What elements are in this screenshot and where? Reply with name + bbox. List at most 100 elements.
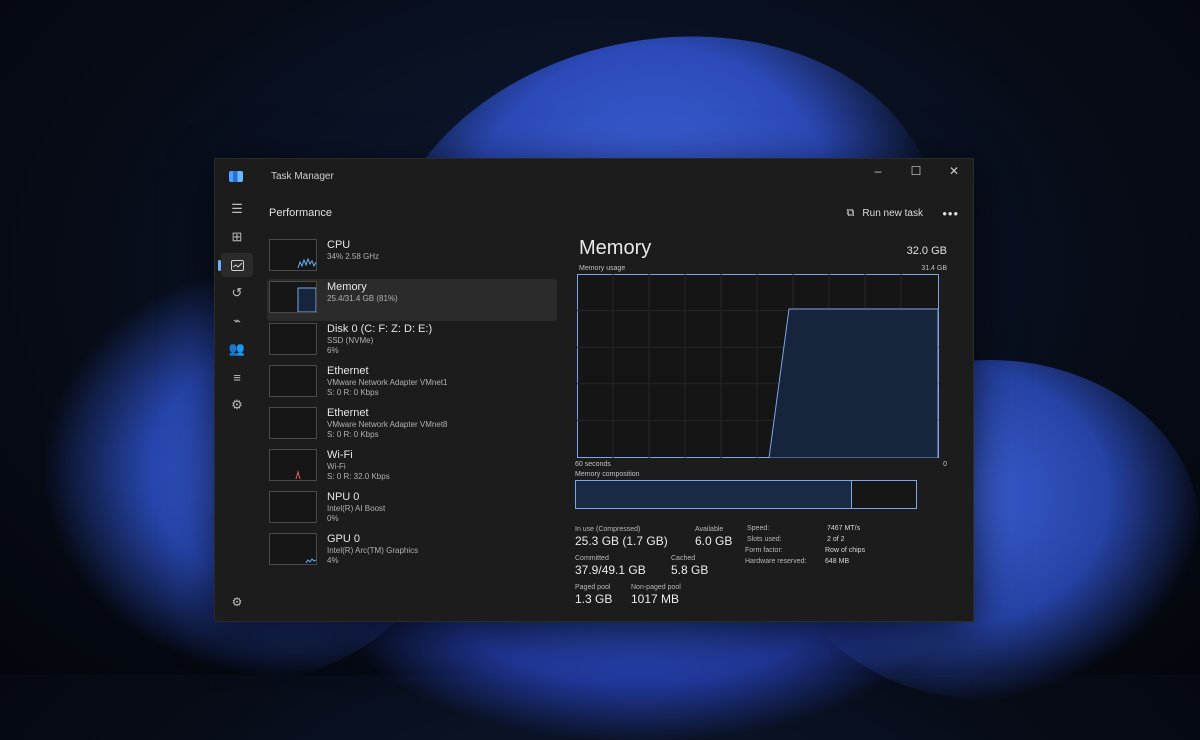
page-title: Performance <box>269 207 332 219</box>
stat-committed: Committed 37.9/49.1 GB <box>575 554 646 578</box>
device-name: NPU 0 <box>327 491 360 503</box>
users-icon[interactable]: 👥 <box>221 337 253 361</box>
device-type: SSD (NVMe) <box>327 336 374 345</box>
memory-usage-chart <box>577 274 939 458</box>
details-icon[interactable]: ≡ <box>221 365 253 389</box>
stat-label: Non-paged pool <box>631 584 681 591</box>
npu-thumbnail <box>269 491 317 523</box>
device-type: VMware Network Adapter VMnet8 <box>327 420 448 429</box>
stat-cached: Cached 5.8 GB <box>671 554 708 578</box>
device-stat: 6% <box>327 346 339 355</box>
device-list: CPU 34% 2.58 GHz Memory 25.4/31.4 GB (81%)… <box>267 237 557 573</box>
performance-icon[interactable] <box>218 253 253 277</box>
device-stat: 4% <box>327 556 339 565</box>
device-stat: 34% 2.58 GHz <box>327 252 380 261</box>
device-stat: 0% <box>327 514 339 523</box>
slots-label: Slots used: <box>747 536 782 543</box>
run-new-task-button[interactable]: ⧉ Run new task <box>847 207 923 220</box>
run-task-icon: ⧉ <box>846 206 855 219</box>
device-name: Wi-Fi <box>327 449 353 461</box>
device-stat: 25.4/31.4 GB (81%) <box>327 294 398 303</box>
title-bar[interactable]: Task Manager – ☐ ✕ <box>215 159 973 193</box>
stat-paged-pool: Paged pool 1.3 GB <box>575 583 612 607</box>
form-factor-label: Form factor: <box>745 547 783 554</box>
device-gpu[interactable]: GPU 0 Intel(R) Arc(TM) Graphics 4% <box>267 531 557 573</box>
run-new-task-label: Run new task <box>862 207 923 219</box>
device-stat: S: 0 R: 0 Kbps <box>327 388 379 397</box>
device-type: Wi-Fi <box>327 462 346 471</box>
stat-label: Committed <box>575 555 609 562</box>
device-name: CPU <box>327 239 351 251</box>
composition-label: Memory composition <box>575 471 640 478</box>
speed-label: Speed: <box>747 525 770 532</box>
form-factor-value: Row of chips <box>825 547 866 554</box>
stat-label: In use (Compressed) <box>575 526 641 533</box>
stat-label: Available <box>695 526 724 533</box>
hardware-reserved-label: Hardware reserved: <box>745 558 807 565</box>
usage-chart-max: 31.4 GB <box>921 265 947 272</box>
hardware-reserved-value: 648 MB <box>825 558 850 565</box>
window-title: Task Manager <box>271 170 334 182</box>
stat-available: Available 6.0 GB <box>695 525 732 549</box>
disk-thumbnail <box>269 323 317 355</box>
ethernet-thumbnail <box>269 365 317 397</box>
stat-in-use: In use (Compressed) 25.3 GB (1.7 GB) <box>575 525 668 549</box>
memory-thumbnail <box>269 281 317 313</box>
stat-non-paged-pool: Non-paged pool 1017 MB <box>631 583 681 607</box>
ethernet-thumbnail <box>269 407 317 439</box>
stat-value: 6.0 GB <box>695 534 733 548</box>
startup-apps-icon[interactable]: ⌁ <box>221 309 253 333</box>
stat-value: 1.3 GB <box>575 592 613 606</box>
device-name: Ethernet <box>327 407 369 419</box>
services-icon[interactable]: ⚙ <box>221 393 253 417</box>
window-controls: – ☐ ✕ <box>859 159 973 183</box>
device-ethernet-vmnet1[interactable]: Ethernet VMware Network Adapter VMnet1 S: … <box>267 363 557 405</box>
device-stat: S: 0 R: 0 Kbps <box>327 430 379 439</box>
app-history-icon[interactable]: ↺ <box>221 281 253 305</box>
detail-title: Memory <box>579 237 652 259</box>
usage-area <box>768 308 939 458</box>
stat-value: 37.9/49.1 GB <box>575 563 646 577</box>
cpu-thumbnail <box>269 239 317 271</box>
usage-chart-label: Memory usage <box>579 265 626 272</box>
page-header: Performance ⧉ Run new task ••• <box>259 193 973 233</box>
stat-value: 5.8 GB <box>671 563 709 577</box>
device-name: Memory <box>327 281 367 293</box>
device-type: Intel(R) Arc(TM) Graphics <box>327 546 419 555</box>
stat-label: Paged pool <box>575 584 611 591</box>
memory-composition-bar <box>575 480 917 509</box>
device-ethernet-vmnet8[interactable]: Ethernet VMware Network Adapter VMnet8 S: … <box>267 405 557 447</box>
device-name: GPU 0 <box>327 533 361 545</box>
speed-value: 7467 MT/s <box>827 525 861 532</box>
processes-icon[interactable]: ⊞ <box>221 225 253 249</box>
settings-icon[interactable]: ⚙ <box>227 595 247 615</box>
memory-detail-panel: Memory 32.0 GB Memory usage 31.4 GB 60 s… <box>575 237 949 621</box>
total-memory: 32.0 GB <box>906 245 947 257</box>
wifi-thumbnail <box>269 449 317 481</box>
nav-sidebar: ☰ ⊞ ↺ ⌁ 👥 ≡ ⚙ ⚙ <box>215 193 259 621</box>
maximize-button[interactable]: ☐ <box>897 159 935 183</box>
device-disk[interactable]: Disk 0 (C: F: Z: D: E:) SSD (NVMe) 6% <box>267 321 557 363</box>
stat-label: Cached <box>671 555 696 562</box>
gpu-thumbnail <box>269 533 317 565</box>
device-type: Intel(R) AI Boost <box>327 504 386 513</box>
stat-value: 1017 MB <box>631 592 680 606</box>
device-name: Ethernet <box>327 365 369 377</box>
slots-value: 2 of 2 <box>827 536 845 543</box>
close-button[interactable]: ✕ <box>935 159 973 183</box>
more-options-button[interactable]: ••• <box>942 206 959 221</box>
device-npu[interactable]: NPU 0 Intel(R) AI Boost 0% <box>267 489 557 531</box>
device-type: VMware Network Adapter VMnet1 <box>327 378 448 387</box>
chart-axis-right: 0 <box>943 461 947 468</box>
stat-value: 25.3 GB (1.7 GB) <box>575 534 668 548</box>
chart-axis-left: 60 seconds <box>575 461 611 468</box>
device-stat: S: 0 R: 32.0 Kbps <box>327 472 390 481</box>
device-cpu[interactable]: CPU 34% 2.58 GHz <box>267 237 557 279</box>
minimize-button[interactable]: – <box>859 159 897 183</box>
device-wifi[interactable]: Wi-Fi Wi-Fi S: 0 R: 32.0 Kbps <box>267 447 557 489</box>
hamburger-menu-icon[interactable]: ☰ <box>221 197 253 221</box>
task-manager-icon <box>229 170 243 182</box>
composition-in-use <box>576 481 853 508</box>
task-manager-window: Task Manager – ☐ ✕ ☰ ⊞ ↺ ⌁ 👥 ≡ ⚙ ⚙ Perfo… <box>214 158 974 622</box>
device-memory[interactable]: Memory 25.4/31.4 GB (81%) <box>267 279 557 321</box>
